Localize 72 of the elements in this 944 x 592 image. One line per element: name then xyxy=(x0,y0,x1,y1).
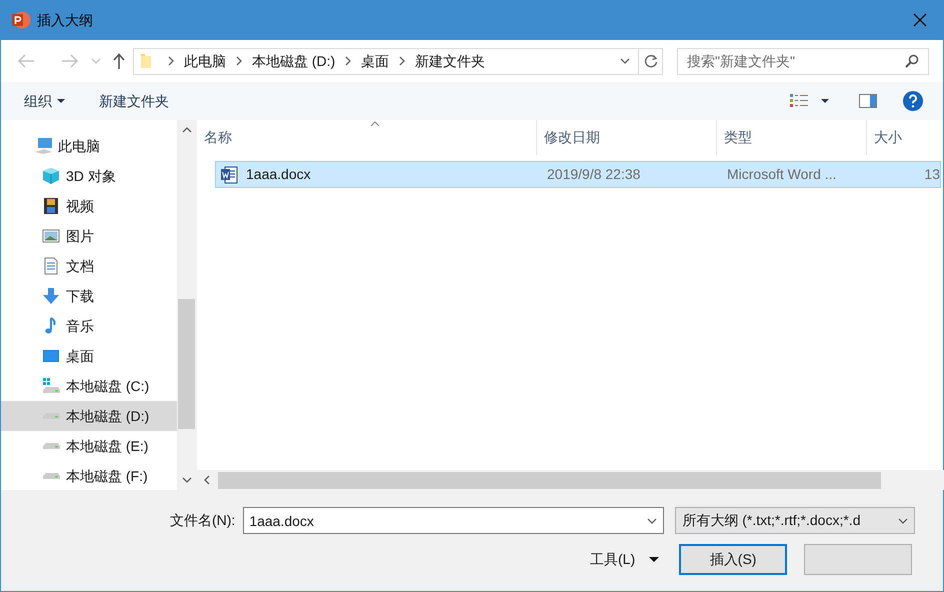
chevron-right-icon xyxy=(168,56,174,66)
organize-menu-button[interactable]: 组织 xyxy=(24,90,65,112)
file-name-field[interactable]: 1aaa.docx xyxy=(243,507,664,534)
address-bar[interactable]: 此电脑 本地磁盘 (D:) 桌面 新建文件夹 xyxy=(133,48,663,74)
sidebar-item[interactable]: 本地磁盘 (D:) xyxy=(1,401,177,431)
monitor-icon xyxy=(42,347,60,365)
folder-icon xyxy=(140,53,152,69)
column-header[interactable]: 大小 xyxy=(867,120,944,155)
file-type-dropdown[interactable]: 所有大纲 (*.txt;*.rtf;*.docx;*.d xyxy=(675,507,916,534)
chevron-right-icon xyxy=(236,56,242,66)
refresh-icon[interactable] xyxy=(644,54,658,68)
breadcrumb-item[interactable]: 此电脑 xyxy=(184,50,226,72)
scroll-thumb[interactable] xyxy=(178,299,195,429)
chevron-right-icon xyxy=(399,56,406,66)
close-icon xyxy=(913,13,927,27)
scroll-up-icon[interactable] xyxy=(182,127,192,133)
table-cell-text: 1aaa.docx xyxy=(245,165,312,184)
file-name-label: 文件名(N): xyxy=(170,511,236,530)
chevron-down-icon[interactable] xyxy=(620,58,630,64)
drive-icon xyxy=(42,413,60,419)
insert-button[interactable]: 插入(S) xyxy=(679,544,788,575)
chevron-down-icon xyxy=(898,518,908,524)
sidebar-item[interactable]: 音乐 xyxy=(1,311,177,341)
sidebar-item[interactable]: 下载 xyxy=(1,281,177,311)
computer-icon xyxy=(34,137,52,155)
sidebar-item[interactable]: 本地磁盘 (F:) xyxy=(1,461,177,491)
file-row[interactable]: 1aaa.docx 2019/9/8 22:38 Microsoft Word ... 13 xyxy=(215,161,941,188)
horizontal-scrollbar[interactable] xyxy=(197,470,944,490)
caret-icon xyxy=(57,99,65,103)
sidebar-item[interactable]: 图片 xyxy=(1,221,177,251)
new-folder-button[interactable]: 新建文件夹 xyxy=(99,90,169,112)
sidebar-item[interactable]: 本地磁盘 (C:) xyxy=(1,371,177,401)
caret-icon xyxy=(649,557,660,562)
sidebar-item[interactable]: 桌面 xyxy=(1,341,177,371)
dropdown-caret-icon[interactable] xyxy=(821,99,829,103)
column-header[interactable]: 修改日期 xyxy=(537,120,717,155)
down-arrow-icon xyxy=(42,287,60,305)
drive-icon xyxy=(42,473,60,479)
sidebar-item[interactable]: 视频 xyxy=(1,191,177,221)
cube-icon xyxy=(42,167,60,185)
table-cell-text: Microsoft Word ... xyxy=(726,165,838,184)
scroll-left-icon[interactable] xyxy=(204,475,210,485)
scrollbar[interactable] xyxy=(177,120,196,490)
search-icon xyxy=(905,54,919,68)
chevron-right-icon xyxy=(345,56,352,66)
drive-icon xyxy=(42,443,60,449)
picture-icon xyxy=(42,227,60,245)
sidebar-item[interactable]: 此电脑 xyxy=(1,131,177,161)
tools-menu-button[interactable]: 工具(L) xyxy=(590,549,660,570)
breadcrumb-item[interactable]: 桌面 xyxy=(361,50,390,72)
word-document-icon xyxy=(220,166,238,184)
scroll-down-icon[interactable] xyxy=(182,477,192,483)
window-title: 插入大纲 xyxy=(37,10,93,30)
up-arrow-icon[interactable] xyxy=(113,53,125,69)
view-options-icon[interactable] xyxy=(789,93,809,109)
breadcrumb-item[interactable]: 本地磁盘 (D:) xyxy=(252,50,336,72)
drive-icon xyxy=(42,377,60,395)
app-logo-icon xyxy=(11,10,31,30)
table-cell-text: 2019/9/8 22:38 xyxy=(546,165,642,184)
sidebar-item[interactable]: 3D 对象 xyxy=(1,161,177,191)
sidebar-item[interactable]: 本地磁盘 (E:) xyxy=(1,431,177,461)
scroll-thumb[interactable] xyxy=(218,472,881,488)
table-cell-text: 13 xyxy=(923,165,940,184)
help-icon[interactable] xyxy=(903,91,923,111)
breadcrumb-item[interactable]: 新建文件夹 xyxy=(415,50,486,72)
preview-pane-icon[interactable] xyxy=(859,94,877,108)
column-header[interactable]: 名称 xyxy=(197,120,537,155)
column-header[interactable]: 类型 xyxy=(717,120,867,155)
chevron-down-icon[interactable] xyxy=(647,518,658,524)
sidebar-item[interactable]: 文档 xyxy=(1,251,177,281)
document-icon xyxy=(42,257,60,275)
search-field[interactable]: 搜索"新建文件夹" xyxy=(677,48,929,74)
